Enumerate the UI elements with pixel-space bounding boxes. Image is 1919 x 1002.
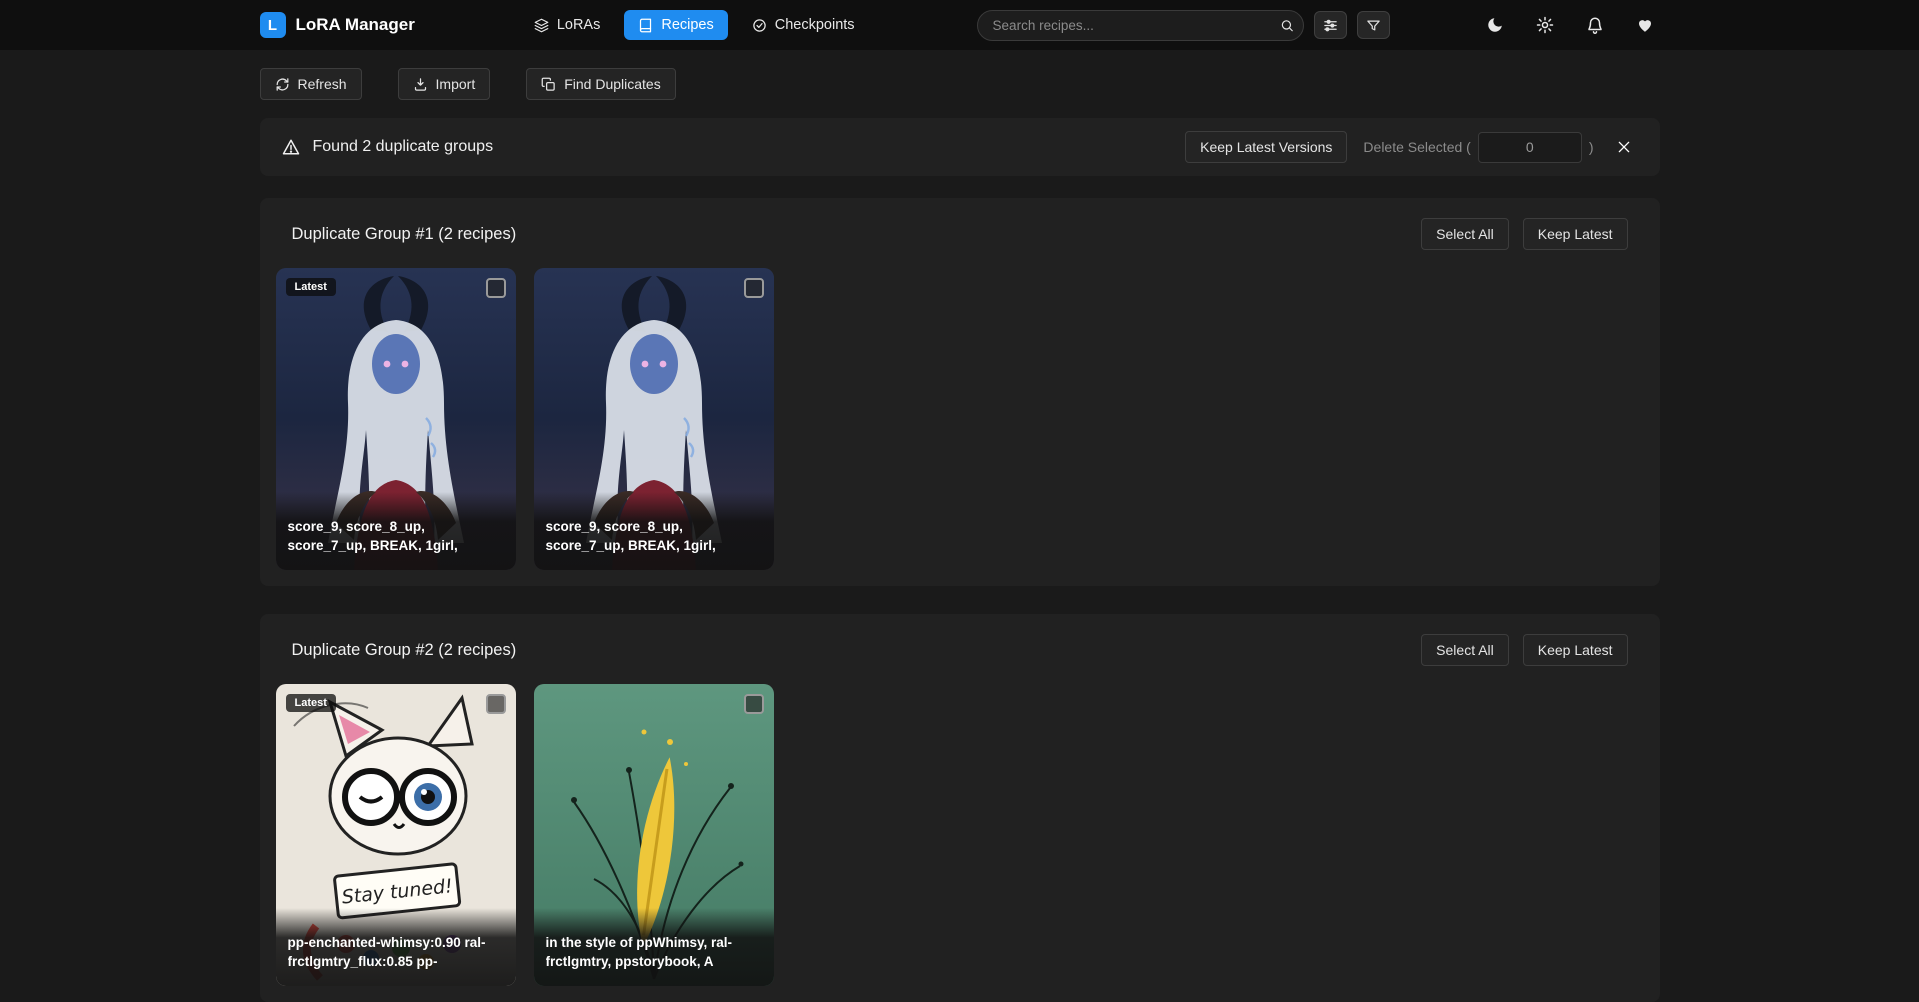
search-area [977, 10, 1390, 41]
brand: L LoRA Manager [260, 12, 415, 38]
recipe-caption: score_9, score_8_up, score_7_up, BREAK, … [288, 518, 504, 556]
recipe-caption-overlay: in the style of ppWhimsy, ral-frctlgmtry… [534, 908, 774, 986]
theme-toggle-button[interactable] [1480, 10, 1510, 40]
nav-tabs: LoRAs Recipes Checkpoints [520, 10, 869, 40]
group-title: Duplicate Group #1 (2 recipes) [292, 225, 517, 244]
book-icon [638, 18, 653, 33]
warning-icon [282, 138, 300, 156]
tab-checkpoints[interactable]: Checkpoints [738, 10, 869, 40]
filter-button[interactable] [1357, 11, 1390, 39]
copy-icon [541, 77, 556, 92]
delete-selected-group: Delete Selected ( ) [1363, 132, 1593, 163]
find-duplicates-label: Find Duplicates [564, 76, 661, 92]
recipe-card-list: Latest score_9, score_8_up, score_7_up, … [276, 268, 1644, 570]
recipe-select-checkbox[interactable] [486, 694, 506, 714]
refresh-label: Refresh [298, 76, 347, 92]
magnifier-icon [1280, 18, 1294, 33]
recipe-card[interactable]: score_9, score_8_up, score_7_up, BREAK, … [534, 268, 774, 570]
recipe-caption: score_9, score_8_up, score_7_up, BREAK, … [546, 518, 762, 556]
close-icon [1616, 138, 1632, 156]
app-logo-icon: L [260, 12, 286, 38]
close-banner-button[interactable] [1610, 133, 1638, 161]
recipe-caption: in the style of ppWhimsy, ral-frctlgmtry… [546, 934, 762, 972]
select-all-button[interactable]: Select All [1421, 634, 1509, 666]
top-navbar: L LoRA Manager LoRAs Recipes Checkpoints [0, 0, 1919, 50]
gear-icon [1536, 16, 1554, 34]
latest-badge: Latest [286, 278, 336, 296]
banner-message: Found 2 duplicate groups [313, 138, 494, 156]
delete-count-input[interactable] [1478, 132, 1582, 163]
duplicate-group: Duplicate Group #1 (2 recipes) Select Al… [260, 198, 1660, 586]
navbar-right-icons [1480, 10, 1660, 40]
delete-selected-label: Delete Selected ( [1363, 139, 1470, 155]
search-button[interactable] [1274, 13, 1300, 38]
import-icon [413, 77, 428, 92]
check-circle-icon [752, 18, 767, 33]
recipe-caption-overlay: score_9, score_8_up, score_7_up, BREAK, … [534, 492, 774, 570]
recipe-card[interactable]: Latest score_9, score_8_up, score_7_up, … [276, 268, 516, 570]
search-input[interactable] [977, 10, 1304, 41]
delete-selected-suffix: ) [1589, 139, 1594, 155]
recipe-card[interactable]: in the style of ppWhimsy, ral-frctlgmtry… [534, 684, 774, 986]
recipe-caption: pp-enchanted-whimsy:0.90 ral-frctlgmtry_… [288, 934, 504, 972]
select-all-button[interactable]: Select All [1421, 218, 1509, 250]
tab-loras[interactable]: LoRAs [520, 10, 615, 40]
recipe-select-checkbox[interactable] [744, 694, 764, 714]
funnel-icon [1366, 18, 1381, 33]
latest-badge: Latest [286, 694, 336, 712]
heart-icon [1636, 16, 1654, 34]
settings-button[interactable] [1530, 10, 1560, 40]
sliders-icon [1323, 18, 1338, 33]
recipe-caption-overlay: score_9, score_8_up, score_7_up, BREAK, … [276, 492, 516, 570]
bell-icon [1586, 16, 1604, 34]
layers-icon [534, 18, 549, 33]
recipe-select-checkbox[interactable] [744, 278, 764, 298]
refresh-button[interactable]: Refresh [260, 68, 362, 100]
main-content: Refresh Import Find Duplicates Found 2 d… [260, 68, 1660, 1002]
find-duplicates-button[interactable]: Find Duplicates [526, 68, 676, 100]
keep-latest-button[interactable]: Keep Latest [1523, 218, 1628, 250]
import-label: Import [436, 76, 476, 92]
recipe-select-checkbox[interactable] [486, 278, 506, 298]
recipe-caption-overlay: pp-enchanted-whimsy:0.90 ral-frctlgmtry_… [276, 908, 516, 986]
sort-options-button[interactable] [1314, 11, 1347, 39]
app-title: LoRA Manager [296, 15, 415, 35]
tab-recipes[interactable]: Recipes [624, 10, 727, 40]
keep-latest-button[interactable]: Keep Latest [1523, 634, 1628, 666]
duplicates-banner: Found 2 duplicate groups Keep Latest Ver… [260, 118, 1660, 176]
group-title: Duplicate Group #2 (2 recipes) [292, 641, 517, 660]
recipe-card-list: Stay tuned! Latest pp-enchanted-whimsy:0… [276, 684, 1644, 986]
duplicate-group: Duplicate Group #2 (2 recipes) Select Al… [260, 614, 1660, 1002]
duplicate-groups: Duplicate Group #1 (2 recipes) Select Al… [260, 198, 1660, 1002]
import-button[interactable]: Import [398, 68, 491, 100]
favorites-button[interactable] [1630, 10, 1660, 40]
toolbar: Refresh Import Find Duplicates [260, 68, 1660, 100]
keep-latest-versions-button[interactable]: Keep Latest Versions [1185, 131, 1347, 163]
notifications-button[interactable] [1580, 10, 1610, 40]
refresh-icon [275, 77, 290, 92]
moon-icon [1486, 16, 1504, 34]
recipe-card[interactable]: Stay tuned! Latest pp-enchanted-whimsy:0… [276, 684, 516, 986]
